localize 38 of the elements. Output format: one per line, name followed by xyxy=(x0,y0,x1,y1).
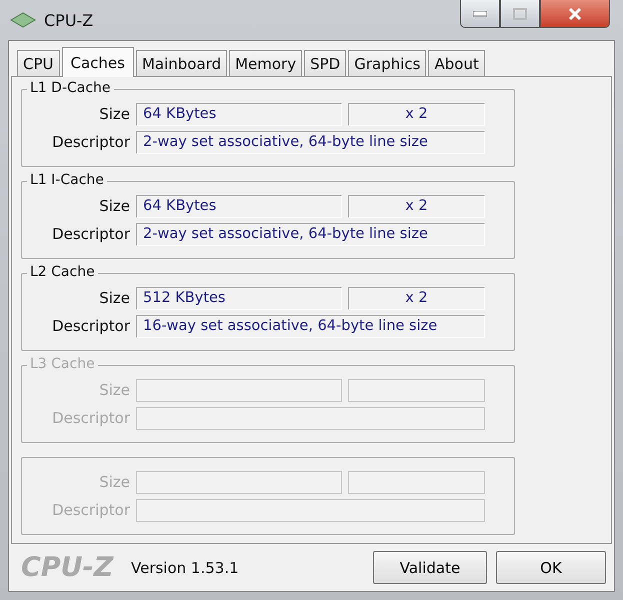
size-field: 64 KBytes xyxy=(136,102,342,126)
size-field: 512 KBytes xyxy=(136,286,342,310)
diamond-icon xyxy=(10,11,36,29)
version-text: Version 1.53.1 xyxy=(131,558,239,576)
tab[interactable]: About xyxy=(428,50,485,76)
tab[interactable]: Mainboard xyxy=(136,50,228,76)
tab[interactable]: CPU xyxy=(17,50,60,76)
field-label: Descriptor xyxy=(51,317,130,335)
maximize-button[interactable] xyxy=(500,0,540,28)
descriptor-field: 2-way set associative, 64-byte line size xyxy=(136,130,485,154)
tab[interactable]: Graphics xyxy=(348,50,426,76)
logo-text: CPU-Z xyxy=(21,552,115,583)
descriptor-field: 2-way set associative, 64-byte line size xyxy=(136,222,485,246)
count-field: x 2 xyxy=(348,102,485,126)
window-title: CPU-Z xyxy=(44,10,94,30)
size-field: 64 KBytes xyxy=(136,194,342,218)
field-label: Descriptor xyxy=(51,501,130,519)
field-label: Size xyxy=(98,473,130,491)
field-label: Size xyxy=(98,289,130,307)
validate-button[interactable]: Validate xyxy=(373,551,487,584)
count-field: x 2 xyxy=(348,286,485,310)
tab[interactable]: SPD xyxy=(304,50,346,76)
tab[interactable]: Memory xyxy=(229,50,302,76)
count-field: x 2 xyxy=(348,194,485,218)
field-label: Size xyxy=(98,197,130,215)
field-label: Descriptor xyxy=(51,409,130,427)
maximize-icon xyxy=(513,8,527,20)
close-icon xyxy=(568,8,582,20)
field-label: Size xyxy=(98,105,130,123)
descriptor-field: 16-way set associative, 64-byte line size xyxy=(136,314,485,338)
field-label: Size xyxy=(98,381,130,399)
tab[interactable]: Caches xyxy=(62,47,134,77)
field-label: Descriptor xyxy=(51,225,130,243)
close-button[interactable] xyxy=(540,0,610,28)
minimize-button[interactable] xyxy=(460,0,500,28)
field-label: Descriptor xyxy=(51,133,130,151)
minimize-icon xyxy=(473,10,487,16)
ok-button[interactable]: OK xyxy=(496,551,606,584)
